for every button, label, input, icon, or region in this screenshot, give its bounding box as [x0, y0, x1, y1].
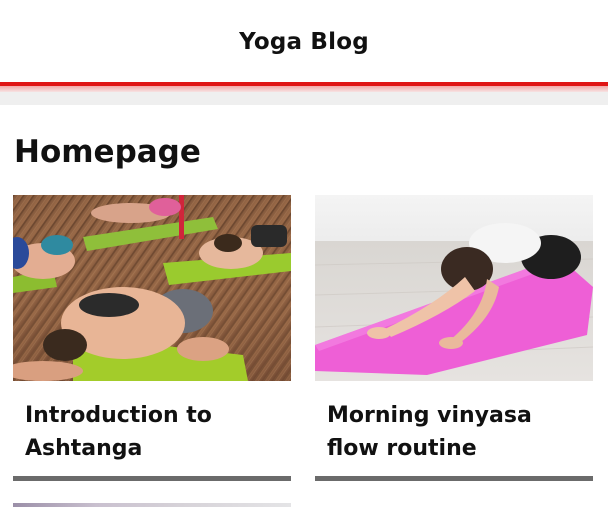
card-bottom-bar: [13, 476, 291, 481]
nav-subbar: [0, 92, 608, 105]
card-bottom-bar: [315, 476, 593, 481]
post-title[interactable]: Introduction to Ashtanga: [25, 399, 283, 465]
page-title: Homepage: [14, 134, 201, 170]
woman-on-pink-mat-photo: [315, 195, 593, 381]
post-title[interactable]: Morning vinyasa flow routine: [327, 399, 585, 465]
site-header: Yoga Blog: [0, 0, 608, 82]
post-thumbnail-pink-mat[interactable]: [315, 195, 593, 381]
site-title[interactable]: Yoga Blog: [239, 29, 369, 55]
post-card-introduction-to-ashtanga[interactable]: Introduction to Ashtanga: [13, 195, 291, 481]
post-thumbnail-yoga-class[interactable]: [13, 195, 291, 381]
yoga-class-photo: [13, 195, 291, 381]
post-card-morning-vinyasa-flow[interactable]: Morning vinyasa flow routine: [315, 195, 593, 481]
post-card-peek[interactable]: [13, 503, 291, 507]
